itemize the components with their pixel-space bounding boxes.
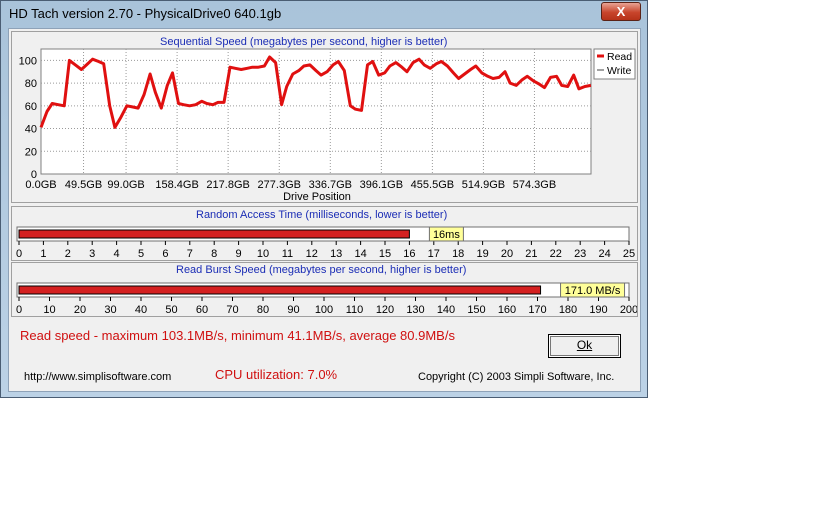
scale-tick-label: 4	[114, 248, 120, 260]
random-access-value: 16ms	[433, 229, 460, 241]
scale-tick-label: 2	[65, 248, 71, 260]
scale-tick-label: 21	[525, 248, 537, 260]
x-tick-label: 455.5GB	[411, 179, 454, 191]
title-bar[interactable]: HD Tach version 2.70 - PhysicalDrive0 64…	[1, 1, 647, 28]
scale-tick-label: 15	[379, 248, 391, 260]
x-axis-label: Drive Position	[283, 191, 351, 202]
scale-tick-label: 10	[257, 248, 269, 260]
scale-tick-label: 23	[574, 248, 586, 260]
random-access-panel: Random Access Time (milliseconds, lower …	[11, 206, 638, 261]
sequential-speed-panel: Sequential Speed (megabytes per second, …	[11, 31, 638, 203]
scale-tick-label: 60	[196, 304, 208, 316]
scale-tick-label: 8	[211, 248, 217, 260]
scale-tick-label: 20	[74, 304, 86, 316]
ok-button-label: Ok	[576, 338, 593, 352]
x-tick-label: 158.4GB	[155, 179, 198, 191]
scale-tick-label: 200	[620, 304, 637, 316]
scale-tick-label: 17	[428, 248, 440, 260]
sequential-speed-chart: 020406080100 0.0GB 49.5GB 99.0GB 158.4GB 217…	[19, 48, 636, 202]
x-tick-label: 217.8GB	[206, 179, 249, 191]
y-tick-label: 40	[25, 124, 37, 136]
x-tick-label: 99.0GB	[107, 179, 144, 191]
random-access-chart: 0 1 2 3 4 5 6 7 8 9 10 11 12 13 14 15 16 17 18 19 20 21 22 23 24…	[16, 226, 635, 260]
window-title: HD Tach version 2.70 - PhysicalDrive0 64…	[9, 6, 282, 21]
scale-tick-label: 5	[138, 248, 144, 260]
scale-tick-label: 22	[550, 248, 562, 260]
scale-tick-label: 80	[257, 304, 269, 316]
scale-tick-label: 100	[315, 304, 333, 316]
burst-speed-bar	[18, 285, 542, 295]
x-tick-label: 336.7GB	[309, 179, 352, 191]
scale-tick-label: 160	[498, 304, 516, 316]
scale-tick-label: 90	[287, 304, 299, 316]
scale-tick-label: 16	[403, 248, 415, 260]
scale-tick-label: 19	[476, 248, 488, 260]
scale-tick-label: 70	[226, 304, 238, 316]
scale-tick-label: 130	[406, 304, 424, 316]
scale-tick-label: 180	[559, 304, 577, 316]
y-tick-label: 80	[25, 78, 37, 90]
scale-tick-label: 150	[467, 304, 485, 316]
legend: Read Write	[593, 48, 636, 80]
ok-button[interactable]: Ok	[548, 334, 621, 358]
scale-tick-label: 14	[354, 248, 366, 260]
scale-tick-label: 40	[135, 304, 147, 316]
scale-tick-label: 30	[104, 304, 116, 316]
scale-tick-label: 9	[236, 248, 242, 260]
x-tick-label: 396.1GB	[360, 179, 403, 191]
scale-tick-label: 6	[162, 248, 168, 260]
x-tick-label: 0.0GB	[25, 179, 56, 191]
x-tick-label: 574.3GB	[513, 179, 556, 191]
burst-speed-panel: Read Burst Speed (megabytes per second, …	[11, 262, 638, 317]
close-button[interactable]: X	[601, 2, 641, 21]
scale-tick-label: 7	[187, 248, 193, 260]
scale-tick-label: 0	[16, 304, 22, 316]
scale-tick-label: 50	[165, 304, 177, 316]
burst-speed-value: 171.0 MB/s	[565, 285, 621, 297]
scale-tick-label: 25	[623, 248, 635, 260]
y-tick-label: 20	[25, 146, 37, 158]
scale-tick-label: 13	[330, 248, 342, 260]
scale-tick-label: 11	[282, 248, 293, 260]
x-tick-label: 277.3GB	[258, 179, 301, 191]
x-tick-label: 514.9GB	[462, 179, 505, 191]
random-access-bar	[18, 229, 410, 239]
client-area: Sequential Speed (megabytes per second, …	[8, 28, 641, 392]
y-tick-label: 60	[25, 101, 37, 113]
scale-tick-label: 20	[501, 248, 513, 260]
scale-tick-label: 1	[40, 248, 46, 260]
website-url: http://www.simplisoftware.com	[24, 371, 172, 383]
x-tick-label: 49.5GB	[65, 179, 102, 191]
y-tick-label: 100	[19, 55, 37, 67]
scale-tick-label: 140	[437, 304, 455, 316]
cpu-utilization: CPU utilization: 7.0%	[215, 367, 338, 382]
scale-tick-label: 24	[598, 248, 610, 260]
scale-tick-label: 170	[528, 304, 546, 316]
scale-tick-label: 10	[43, 304, 55, 316]
app-window: HD Tach version 2.70 - PhysicalDrive0 64…	[0, 0, 648, 398]
scale-tick-label: 12	[306, 248, 318, 260]
legend-write-label: Write	[607, 65, 631, 77]
scale-tick-label: 120	[376, 304, 394, 316]
copyright-notice: Copyright (C) 2003 Simpli Software, Inc.	[418, 371, 615, 383]
scale-tick-label: 190	[589, 304, 607, 316]
legend-read-label: Read	[607, 51, 632, 63]
burst-speed-chart: 0 10 20 30 40 50 60 70 80 90 100 110 120 130 140 150 160…	[16, 282, 637, 316]
scale-tick-label: 110	[346, 304, 364, 316]
scale-tick-label: 18	[452, 248, 464, 260]
read-speed-summary: Read speed - maximum 103.1MB/s, minimum …	[20, 328, 455, 343]
scale-tick-label: 3	[89, 248, 95, 260]
close-icon: X	[616, 4, 626, 19]
scale-tick-label: 0	[16, 248, 22, 260]
